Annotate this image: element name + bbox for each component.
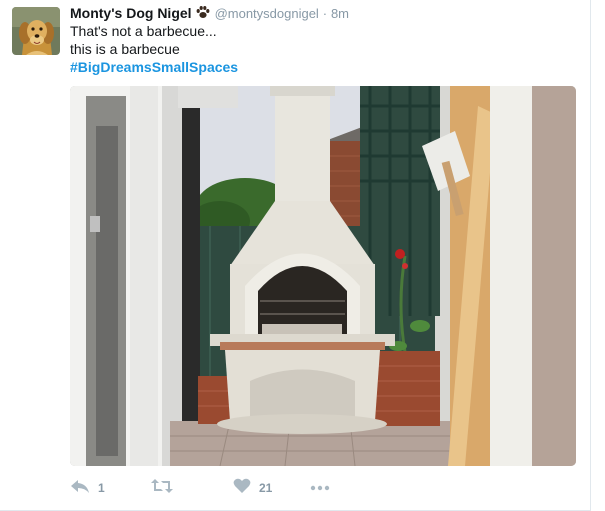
- reply-icon: [70, 478, 90, 499]
- more-icon: [310, 479, 330, 497]
- tweet-text-line: That's not a barbecue...: [70, 23, 217, 39]
- tweet-text: That's not a barbecue... this is a barbe…: [70, 22, 238, 76]
- pizza-oven-photo: [70, 86, 576, 466]
- paw-icon: [195, 4, 211, 24]
- tweet-text-line: this is a barbecue: [70, 41, 180, 57]
- retweet-icon: [150, 478, 174, 499]
- tweet-actions: 1 21: [70, 478, 570, 498]
- retweet-button[interactable]: [150, 478, 182, 498]
- dog-avatar-image: [12, 7, 60, 55]
- tweet-card[interactable]: Monty's Dog Nigel @montysdognigel · 8m Th…: [0, 0, 590, 511]
- reply-button[interactable]: 1: [70, 478, 105, 498]
- avatar[interactable]: [12, 7, 60, 55]
- tweet-header: Monty's Dog Nigel @montysdognigel · 8m: [70, 4, 349, 22]
- reply-count: 1: [98, 481, 105, 495]
- author-name[interactable]: Monty's Dog Nigel: [70, 5, 192, 21]
- tweet-photo[interactable]: [70, 86, 576, 466]
- like-count: 21: [259, 481, 273, 495]
- more-button[interactable]: [310, 478, 330, 498]
- hashtag-link[interactable]: #BigDreamsSmallSpaces: [70, 59, 238, 75]
- meta-separator: ·: [322, 6, 328, 21]
- like-button[interactable]: 21: [233, 478, 272, 498]
- tweet-timestamp[interactable]: 8m: [331, 6, 349, 21]
- heart-icon: [233, 478, 251, 499]
- author-handle[interactable]: @montysdognigel: [215, 6, 319, 21]
- divider: [590, 0, 591, 511]
